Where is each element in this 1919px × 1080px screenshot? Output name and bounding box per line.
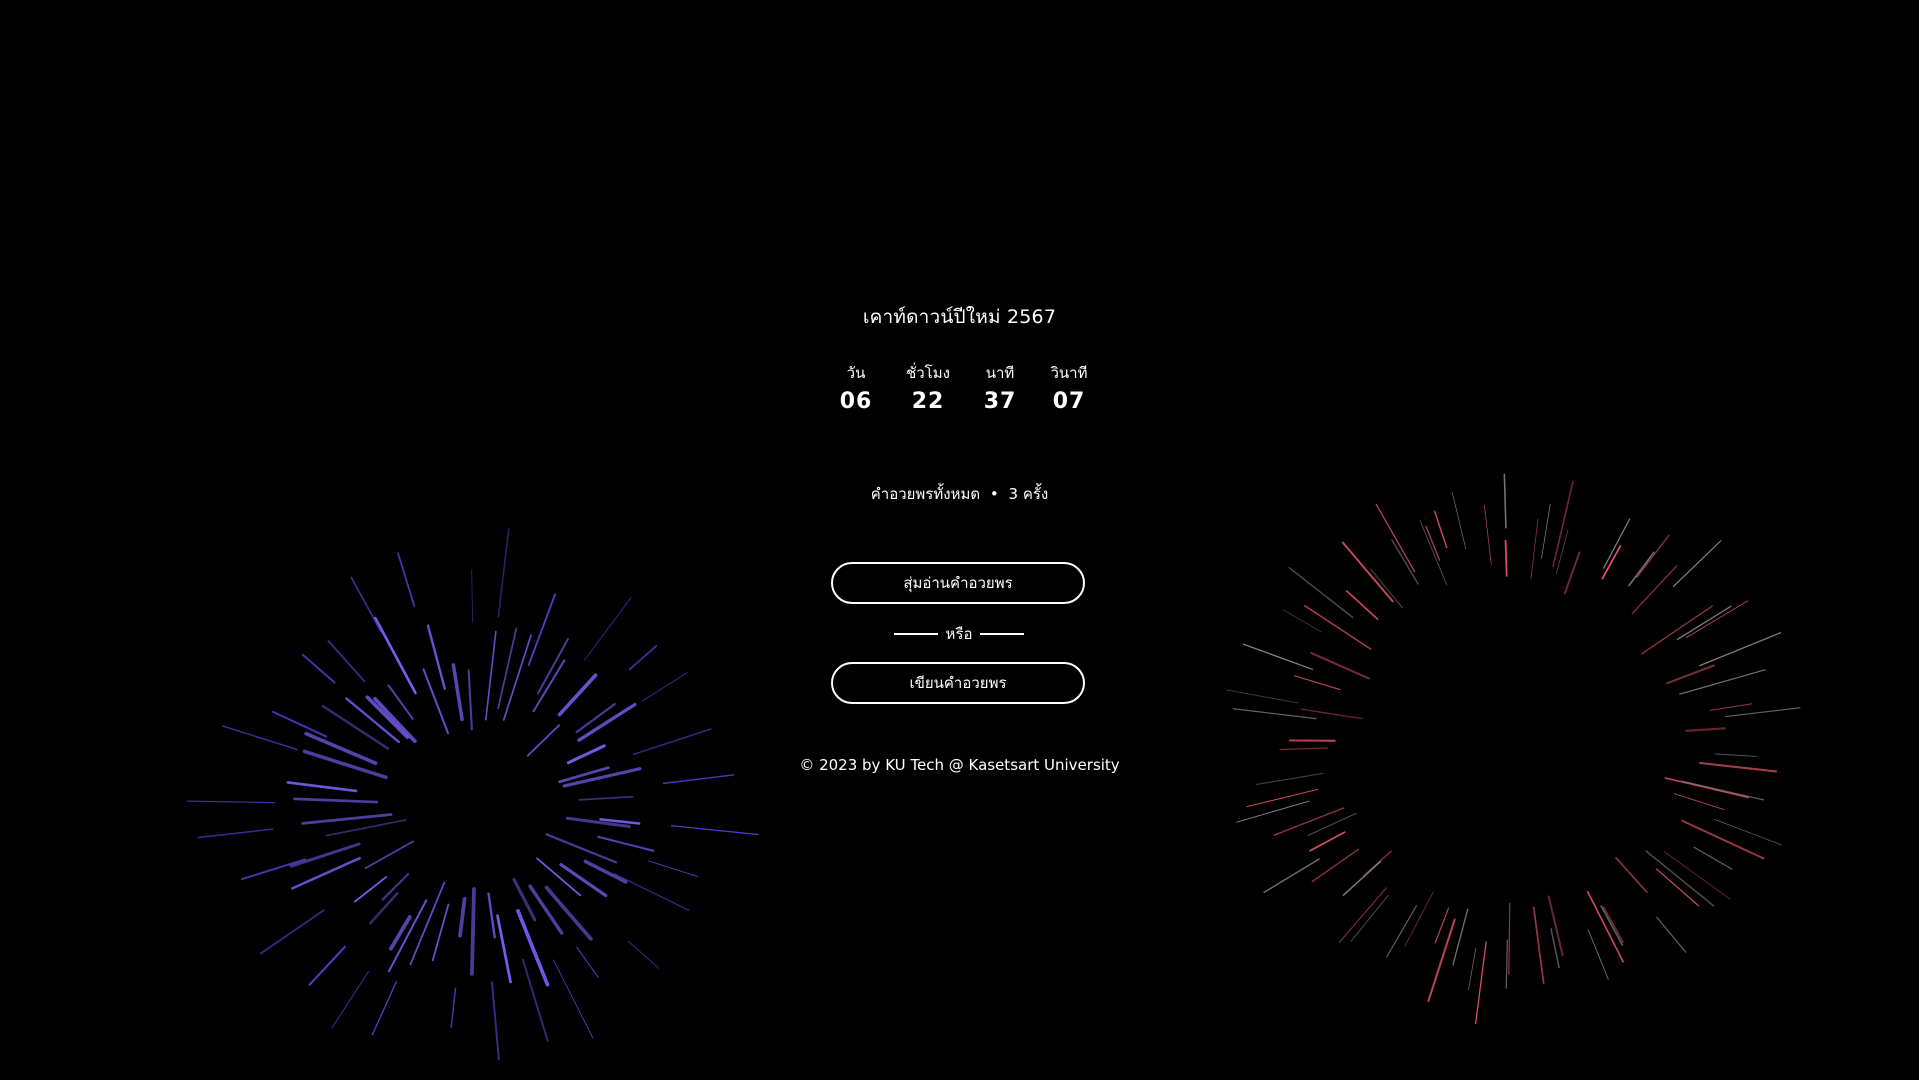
countdown-timer: วัน 06 ชั่วโมง 22 นาที 37 วินาที 07: [821, 362, 1097, 422]
countdown-days-value: 06: [839, 389, 873, 414]
or-divider-label: หรือ: [945, 625, 973, 643]
wishes-total-count: 3: [1008, 485, 1019, 503]
page-stage: เคาท์ดาวน์ปีใหม่ 2567 วัน 06 ชั่วโมง 22 …: [0, 0, 1919, 1080]
wishes-total: คำอวยพรทั้งหมด • 3 ครั้ง: [0, 482, 1919, 506]
countdown-panel: เคาท์ดาวน์ปีใหม่ 2567 วัน 06 ชั่วโมง 22 …: [0, 0, 1919, 1080]
countdown-days-label: วัน: [846, 364, 866, 382]
wishes-total-unit: ครั้ง: [1022, 485, 1049, 503]
countdown-seconds: วินาที 07: [1034, 362, 1104, 414]
countdown-seconds-label: วินาที: [1050, 364, 1088, 382]
countdown-hours: ชั่วโมง 22: [893, 362, 963, 414]
countdown-minutes-label: นาที: [985, 364, 1015, 382]
countdown-hours-value: 22: [911, 389, 945, 414]
wishes-separator: •: [989, 485, 999, 503]
countdown-minutes-value: 37: [983, 389, 1017, 414]
countdown-minutes: นาที 37: [965, 362, 1035, 414]
wishes-total-label: คำอวยพรทั้งหมด: [870, 485, 981, 503]
countdown-seconds-value: 07: [1052, 389, 1086, 414]
countdown-days: วัน 06: [821, 362, 891, 414]
or-divider: หรือ: [894, 624, 1024, 644]
random-read-wish-button[interactable]: สุ่มอ่านคำอวยพร: [831, 562, 1085, 604]
footer-copyright: © 2023 by KU Tech @ Kasetsart University: [799, 756, 1120, 774]
page-title: เคาท์ดาวน์ปีใหม่ 2567: [862, 306, 1057, 328]
write-wish-button[interactable]: เขียนคำอวยพร: [831, 662, 1085, 704]
or-divider-line-right: [980, 633, 1024, 635]
countdown-hours-label: ชั่วโมง: [906, 364, 950, 382]
or-divider-line-left: [894, 633, 938, 635]
